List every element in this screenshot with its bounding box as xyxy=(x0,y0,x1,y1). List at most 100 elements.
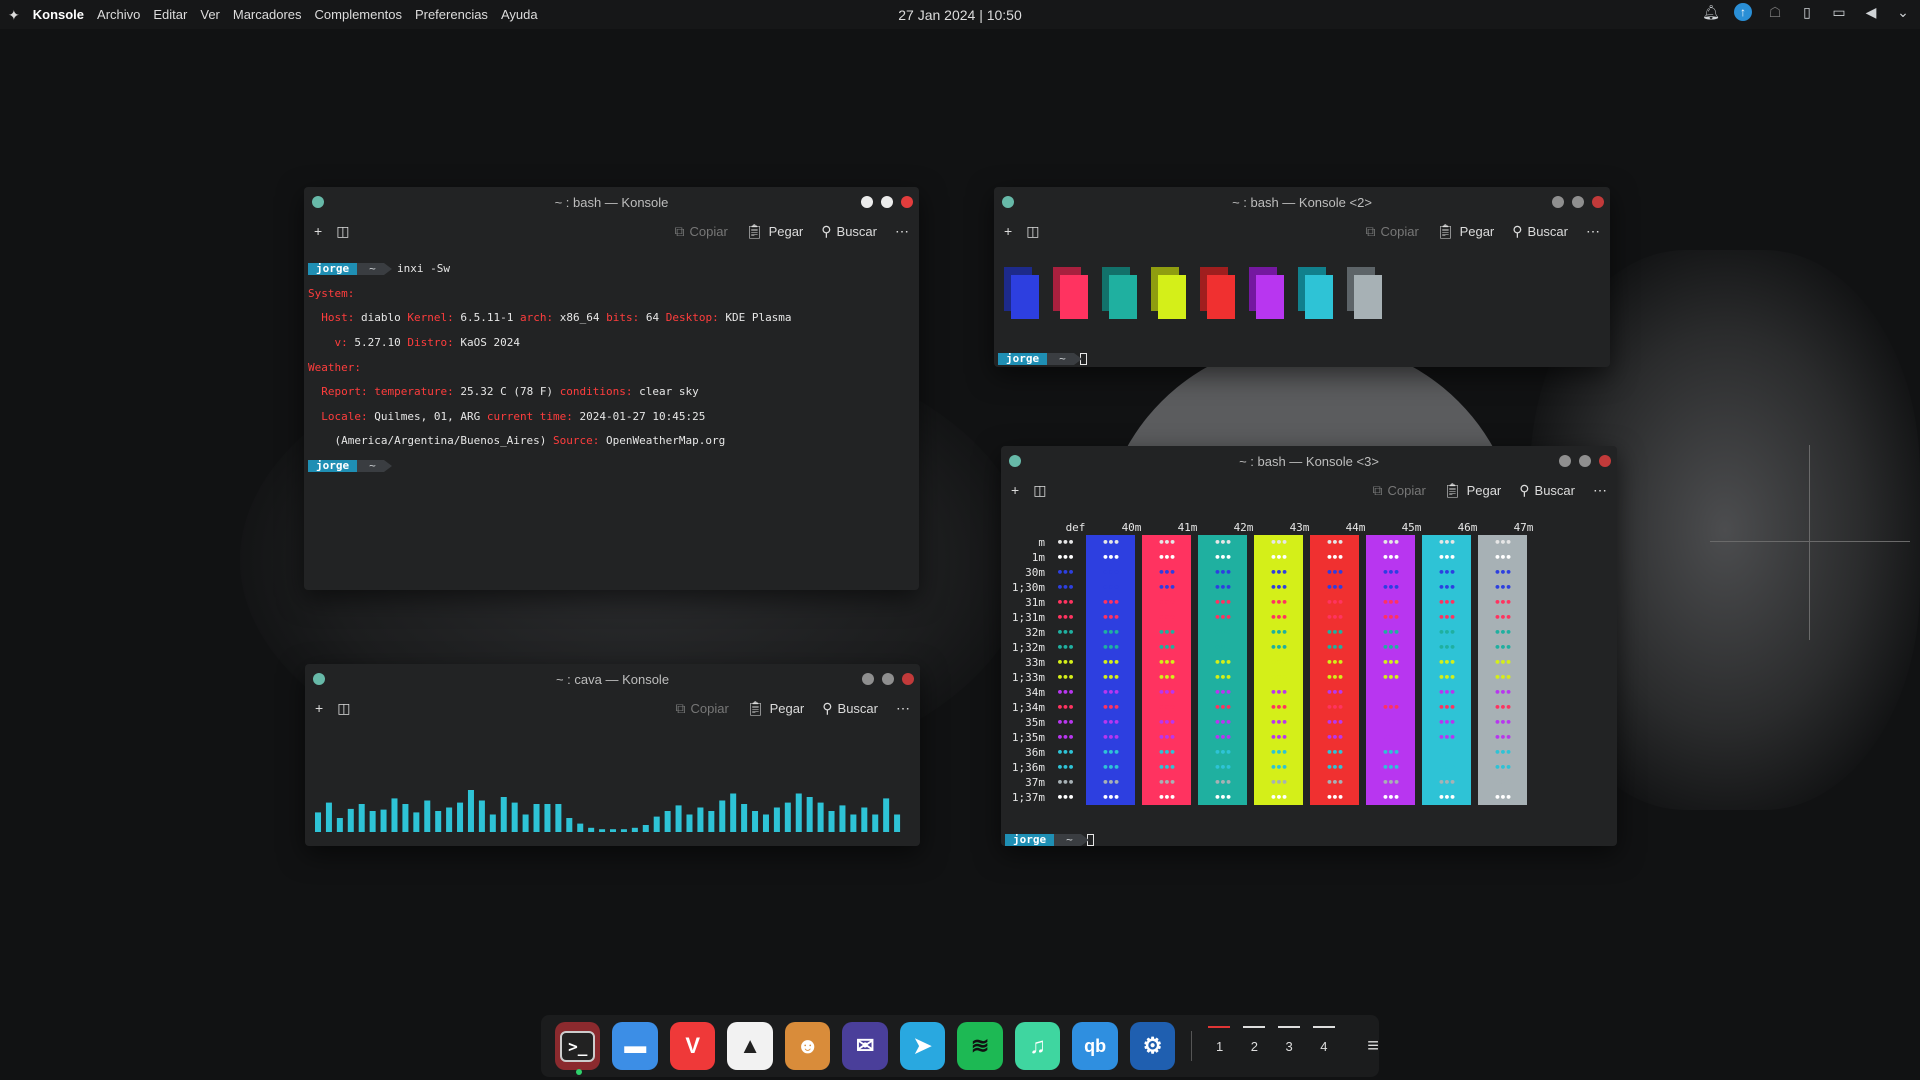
color-row: 1;34m ••• ••• ••• ••• ••• ••• ••• ••• ••• xyxy=(1009,700,1555,715)
visualizer-bar xyxy=(817,802,824,832)
color-cell: ••• xyxy=(1056,716,1075,729)
new-tab-icon[interactable]: + xyxy=(1011,483,1019,497)
pin-icon[interactable] xyxy=(313,673,325,685)
bell-icon[interactable]: 🔔︎ xyxy=(1702,3,1720,21)
maximize-button[interactable] xyxy=(1572,196,1584,208)
color-cell: ••• xyxy=(1198,580,1247,595)
virtual-desktop-1[interactable]: 1 xyxy=(1208,1022,1231,1070)
titlebar[interactable]: ~ : bash — Konsole <3> xyxy=(1001,446,1617,476)
spotify-icon[interactable]: ≋ xyxy=(957,1022,1003,1070)
menu-preferencias[interactable]: Preferencias xyxy=(415,7,488,22)
terminal-icon[interactable]: >_ xyxy=(555,1022,601,1075)
split-view-icon[interactable]: ◫ xyxy=(337,701,350,715)
color-cell: ••• xyxy=(1086,715,1135,730)
row-label: 31m xyxy=(1025,596,1045,609)
konsole-window-2[interactable]: ~ : bash — Konsole <2> + ◫ ⧉ Copiar 📋︎ Pega… xyxy=(994,187,1610,367)
pin-icon[interactable] xyxy=(1009,455,1021,467)
find-button[interactable]: ⚲ Buscar xyxy=(1512,224,1568,239)
color-table: def 40m 41m 42m 43m 44m 45m 46m 47m m ••• ••• ••• •••… xyxy=(1009,520,1555,805)
terminal-prompt[interactable]: jorge ~ xyxy=(1005,822,1613,846)
color-cell: ••• xyxy=(1142,535,1191,550)
paste-button[interactable]: 📋︎ Pegar xyxy=(1437,224,1494,239)
more-options-icon[interactable]: ⋯ xyxy=(1593,483,1607,497)
color-cell: ••• xyxy=(1478,760,1527,775)
more-options-icon[interactable]: ⋯ xyxy=(896,701,910,715)
virtual-desktop-2[interactable]: 2 xyxy=(1243,1022,1266,1070)
files-icon[interactable]: ▬ xyxy=(612,1022,658,1070)
close-button[interactable] xyxy=(902,673,914,685)
chevron-down-icon[interactable]: ⌄ xyxy=(1894,3,1912,21)
konsole-window-cava[interactable]: ~ : cava — Konsole + ◫ ⧉ Copiar 📋︎ Pegar ⚲ B… xyxy=(305,664,920,846)
telegram-icon[interactable]: ➤ xyxy=(899,1022,946,1070)
paste-button[interactable]: 📋︎ Pegar xyxy=(746,224,803,239)
display-icon[interactable]: ▭ xyxy=(1830,3,1848,21)
menu-editar[interactable]: Editar xyxy=(153,7,187,22)
inkscape-icon[interactable]: ▲ xyxy=(727,1022,773,1070)
overflow-menu-icon[interactable]: ≡ xyxy=(1367,1035,1379,1058)
close-button[interactable] xyxy=(901,196,913,208)
close-button[interactable] xyxy=(1599,455,1611,467)
paste-button[interactable]: 📋︎ Pegar xyxy=(747,701,804,716)
new-tab-icon[interactable]: + xyxy=(315,701,323,715)
app-name[interactable]: Konsole xyxy=(33,7,84,22)
menu-ayuda[interactable]: Ayuda xyxy=(501,7,538,22)
copy-button[interactable]: ⧉ Copiar xyxy=(674,224,727,239)
menu-ver[interactable]: Ver xyxy=(200,7,220,22)
kde-logo-icon[interactable]: ✦ xyxy=(8,8,20,22)
new-tab-icon[interactable]: + xyxy=(1004,224,1012,238)
minimize-button[interactable] xyxy=(1552,196,1564,208)
visualizer-bar xyxy=(664,811,671,832)
find-button[interactable]: ⚲ Buscar xyxy=(821,224,877,239)
pin-icon[interactable] xyxy=(312,196,324,208)
maximize-button[interactable] xyxy=(882,673,894,685)
titlebar[interactable]: ~ : bash — Konsole <2> xyxy=(994,187,1610,217)
titlebar[interactable]: ~ : bash — Konsole xyxy=(304,187,919,217)
split-view-icon[interactable]: ◫ xyxy=(336,224,349,238)
menu-marcadores[interactable]: Marcadores xyxy=(233,7,302,22)
menu-archivo[interactable]: Archivo xyxy=(97,7,140,22)
minimize-button[interactable] xyxy=(1559,455,1571,467)
gimp-icon[interactable]: ☻ xyxy=(784,1022,831,1070)
split-view-icon[interactable]: ◫ xyxy=(1026,224,1039,238)
color-cell: ••• xyxy=(1056,701,1075,714)
minimize-button[interactable] xyxy=(862,673,874,685)
copy-button[interactable]: ⧉ Copiar xyxy=(1372,483,1425,498)
mailspring-icon[interactable]: ✉ xyxy=(842,1022,888,1070)
more-options-icon[interactable]: ⋯ xyxy=(1586,224,1600,238)
color-header: 41m xyxy=(1177,521,1198,534)
volume-icon[interactable]: ◀ xyxy=(1862,3,1880,21)
split-view-icon[interactable]: ◫ xyxy=(1033,483,1046,497)
maximize-button[interactable] xyxy=(1579,455,1591,467)
color-cell: ••• xyxy=(1056,761,1075,774)
virtual-desktop-4[interactable]: 4 xyxy=(1312,1022,1336,1070)
vivaldi-icon[interactable]: V xyxy=(669,1022,716,1070)
minimize-button[interactable] xyxy=(861,196,873,208)
music-icon[interactable]: ♫ xyxy=(1014,1022,1061,1070)
new-tab-icon[interactable]: + xyxy=(314,224,322,238)
paste-button[interactable]: 📋︎ Pegar xyxy=(1444,483,1501,498)
steam-icon[interactable]: ⚙ xyxy=(1129,1022,1176,1070)
color-header: def xyxy=(1065,521,1086,534)
konsole-window-1[interactable]: ~ : bash — Konsole + ◫ ⧉ Copiar 📋︎ Pegar ⚲ B… xyxy=(304,187,919,590)
copy-button[interactable]: ⧉ Copiar xyxy=(1365,224,1418,239)
update-icon[interactable]: ↑ xyxy=(1734,3,1752,21)
close-button[interactable] xyxy=(1592,196,1604,208)
virtual-desktop-3[interactable]: 3 xyxy=(1277,1022,1301,1070)
copy-button[interactable]: ⧉ Copiar xyxy=(675,701,728,716)
maximize-button[interactable] xyxy=(881,196,893,208)
clipboard-icon[interactable]: ▯ xyxy=(1798,3,1816,21)
titlebar[interactable]: ~ : cava — Konsole xyxy=(305,664,920,694)
qbittorrent-icon[interactable]: qb xyxy=(1072,1022,1118,1070)
row-label: m xyxy=(1038,536,1045,549)
more-options-icon[interactable]: ⋯ xyxy=(895,224,909,238)
konsole-window-3[interactable]: ~ : bash — Konsole <3> + ◫ ⧉ Copiar 📋︎ Pega… xyxy=(1001,446,1617,846)
find-button[interactable]: ⚲ Buscar xyxy=(822,701,878,716)
find-button[interactable]: ⚲ Buscar xyxy=(1519,483,1575,498)
terminal-output[interactable]: jorge ~ inxi -Sw System: Host: diablo Ker… xyxy=(308,251,915,497)
menu-complementos[interactable]: Complementos xyxy=(315,7,402,22)
terminal-prompt[interactable]: jorge ~ xyxy=(998,341,1606,367)
ghost-icon[interactable]: ☖ xyxy=(1766,3,1784,21)
color-cell: ••• xyxy=(1422,775,1471,790)
row-label: 1;36m xyxy=(1011,761,1045,774)
pin-icon[interactable] xyxy=(1002,196,1014,208)
